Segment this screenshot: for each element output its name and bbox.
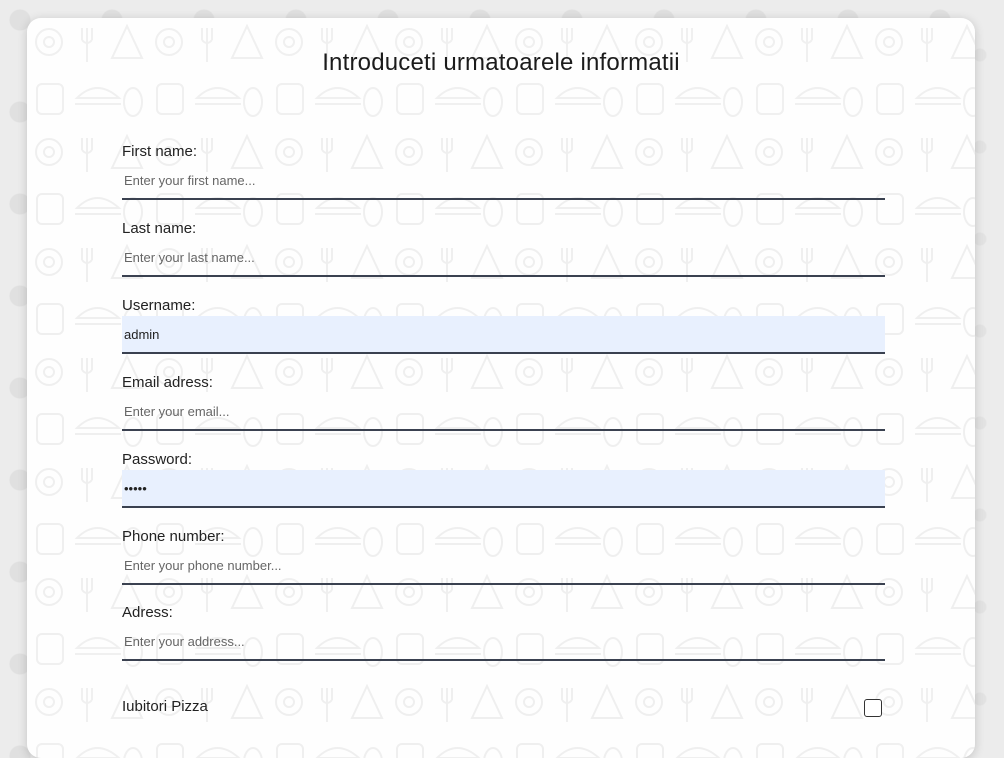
email-field: Email adress: xyxy=(122,373,885,431)
address-field: Adress: xyxy=(122,603,885,661)
pizza-lovers-checkbox[interactable] xyxy=(864,699,882,717)
address-input[interactable] xyxy=(122,623,885,661)
last-name-field: Last name: xyxy=(122,219,885,277)
password-label: Password: xyxy=(122,451,193,468)
first-name-field: First name: xyxy=(122,142,885,200)
email-label: Email adress: xyxy=(122,374,213,391)
phone-input[interactable] xyxy=(122,547,885,585)
email-input[interactable] xyxy=(122,393,885,431)
phone-field: Phone number: xyxy=(122,527,885,585)
password-field: Password: xyxy=(122,450,885,508)
pizza-lovers-label: Iubitori Pizza xyxy=(122,698,208,715)
form-title: Introduceti urmatoarele informatii xyxy=(322,49,680,76)
password-input[interactable] xyxy=(122,470,885,508)
first-name-input[interactable] xyxy=(122,162,885,200)
pizza-lovers-row: Iubitori Pizza xyxy=(122,696,882,720)
username-field: Username: xyxy=(122,296,885,354)
username-label: Username: xyxy=(122,297,196,314)
last-name-label: Last name: xyxy=(122,220,197,237)
registration-card: Introduceti urmatoarele informatii First… xyxy=(27,18,975,758)
address-label: Adress: xyxy=(122,604,173,621)
username-input[interactable] xyxy=(122,316,885,354)
last-name-input[interactable] xyxy=(122,239,885,277)
phone-label: Phone number: xyxy=(122,528,225,545)
first-name-label: First name: xyxy=(122,143,198,160)
